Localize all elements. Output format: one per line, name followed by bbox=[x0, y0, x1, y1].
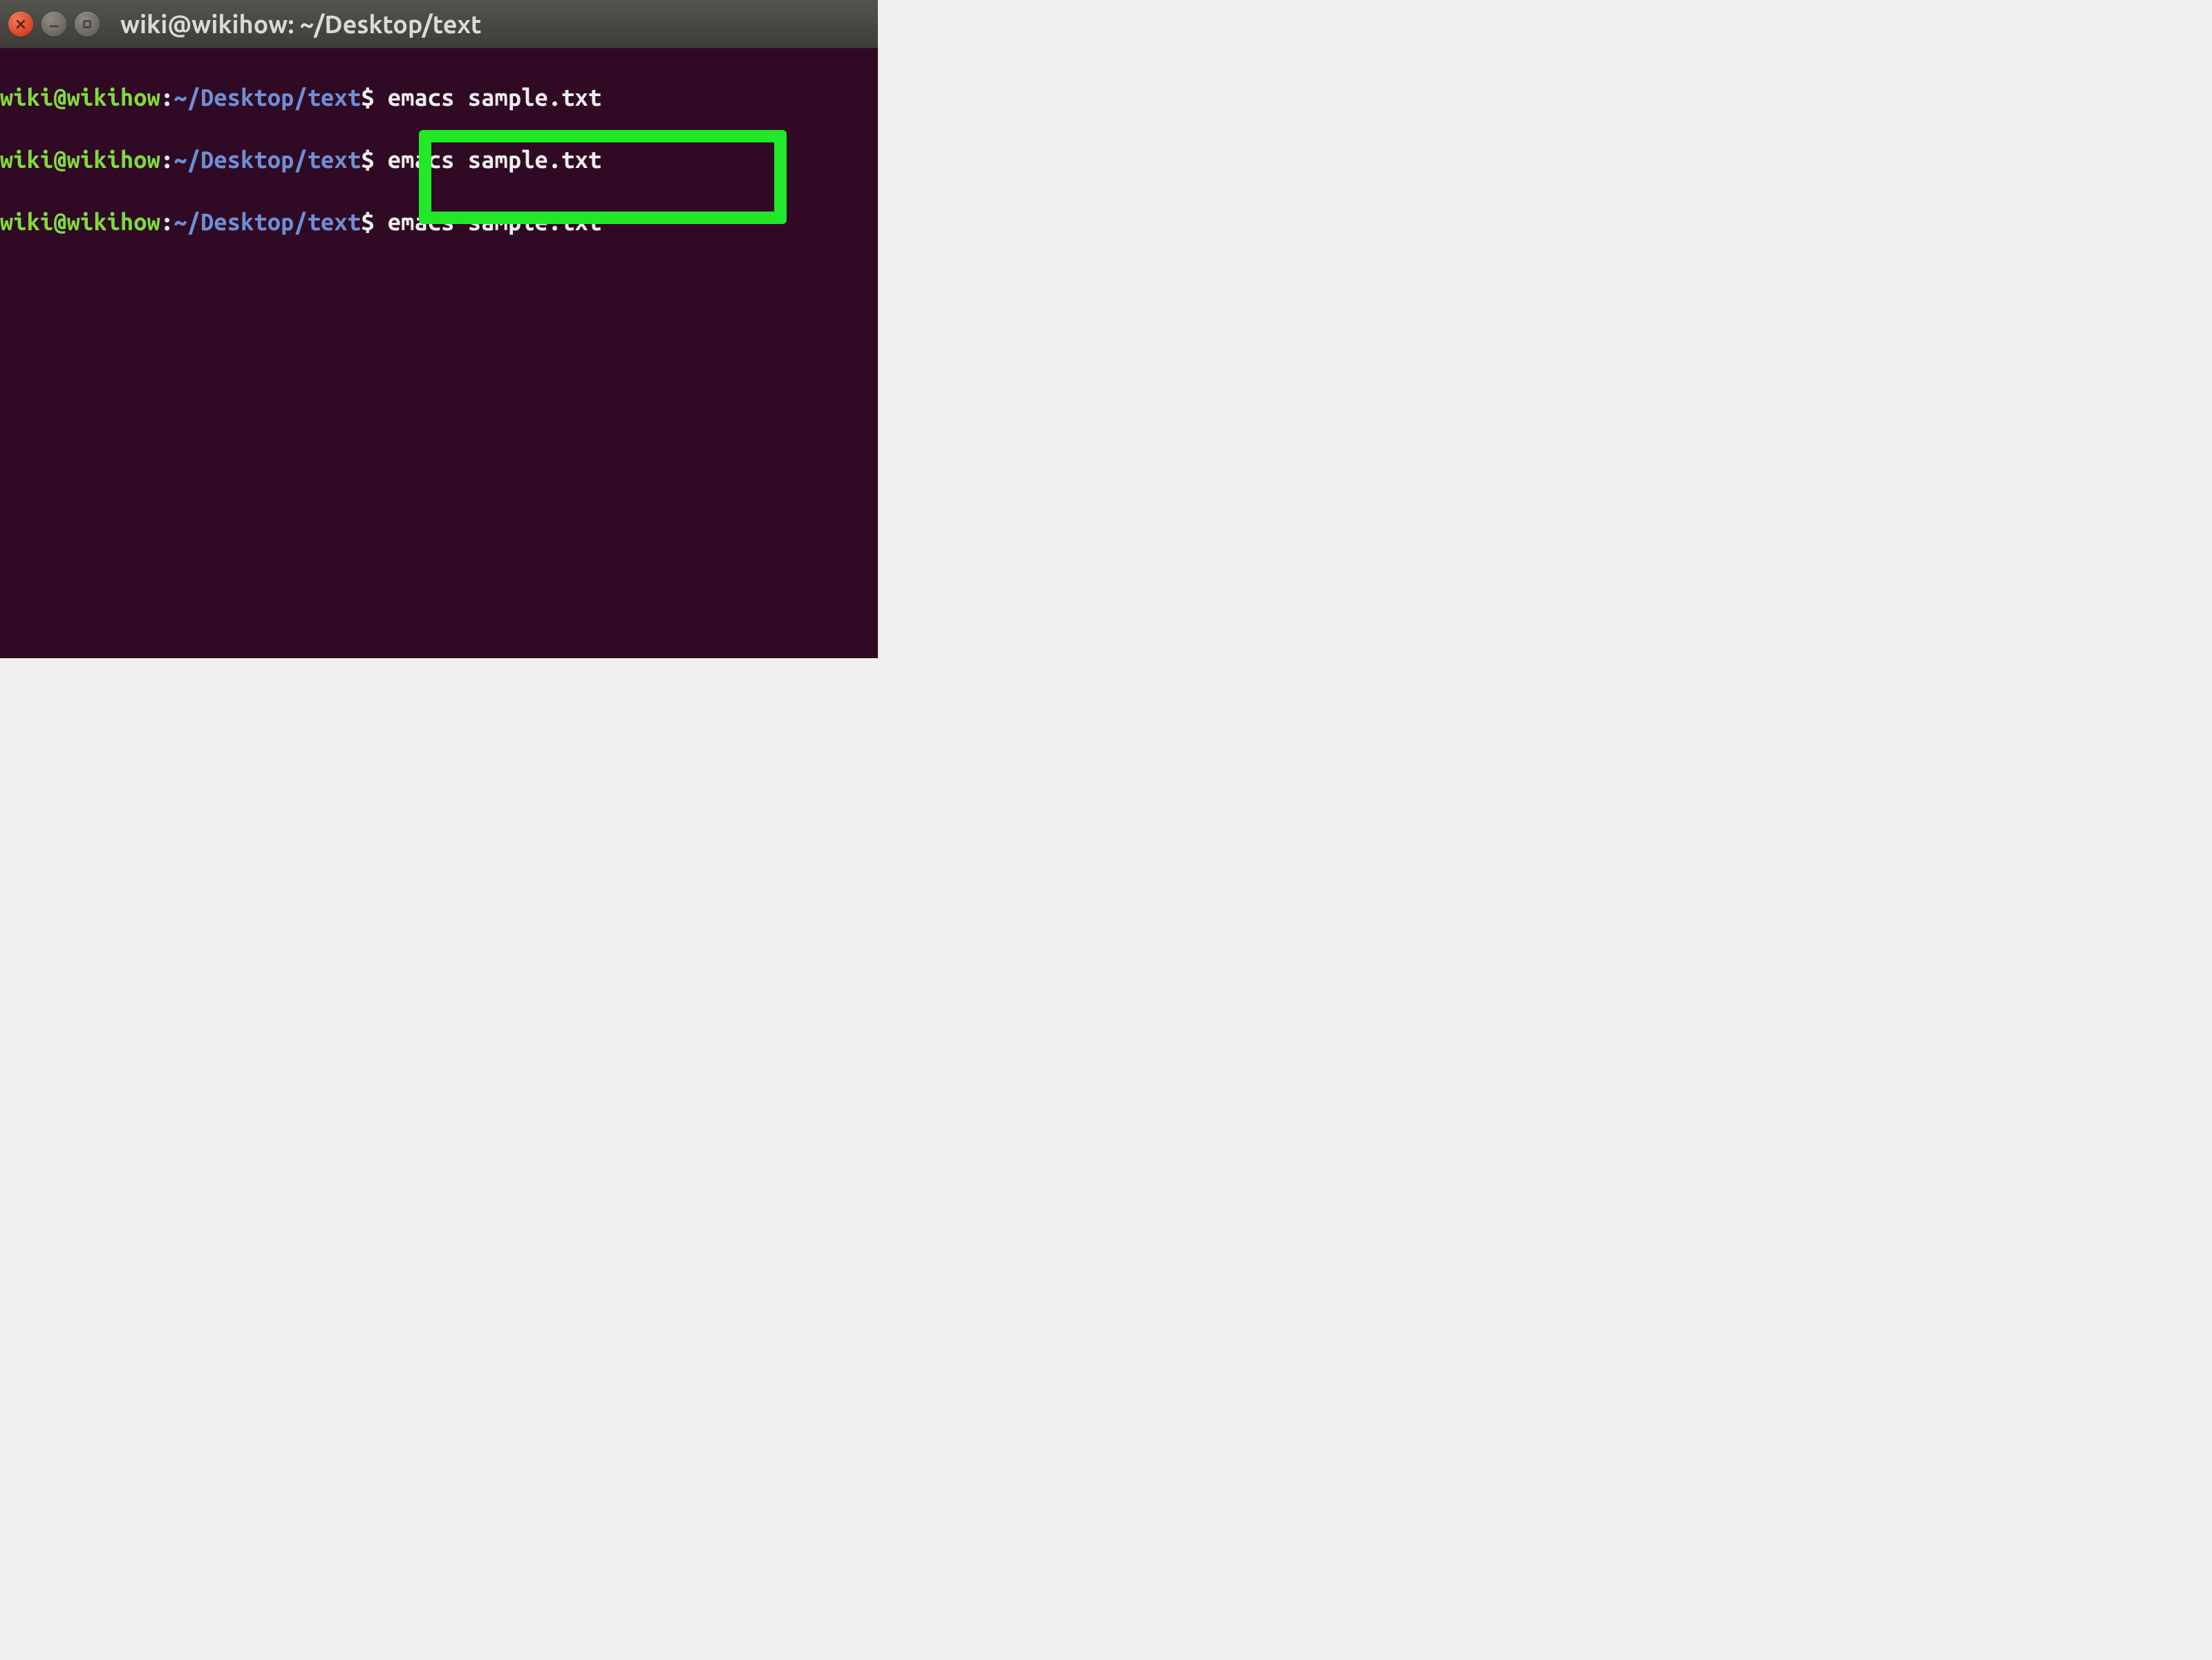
prompt-path: ~/Desktop/text bbox=[174, 209, 361, 235]
command-text: emacs sample.txt bbox=[388, 209, 601, 235]
prompt-symbol: $ bbox=[361, 147, 374, 173]
titlebar: wiki@wikihow: ~/Desktop/text bbox=[0, 0, 878, 48]
terminal-line: wiki@wikihow:~/Desktop/text$ emacs sampl… bbox=[0, 207, 878, 238]
prompt-colon: : bbox=[160, 147, 174, 173]
terminal-window: wiki@wikihow: ~/Desktop/text wiki@wikiho… bbox=[0, 0, 878, 658]
prompt-user: wiki@wikihow bbox=[0, 209, 160, 235]
window-title: wiki@wikihow: ~/Desktop/text bbox=[120, 10, 481, 38]
minimize-button[interactable] bbox=[41, 12, 66, 37]
close-icon bbox=[15, 18, 27, 30]
prompt-path: ~/Desktop/text bbox=[174, 84, 361, 111]
prompt-user: wiki@wikihow bbox=[0, 147, 160, 173]
maximize-button[interactable] bbox=[75, 12, 100, 37]
command-text: emacs sample.txt bbox=[388, 84, 601, 111]
maximize-icon bbox=[81, 18, 93, 30]
command-text: emacs sample.txt bbox=[388, 147, 601, 173]
prompt-path: ~/Desktop/text bbox=[174, 147, 361, 173]
terminal-line: wiki@wikihow:~/Desktop/text$ emacs sampl… bbox=[0, 82, 878, 113]
terminal-body[interactable]: wiki@wikihow:~/Desktop/text$ emacs sampl… bbox=[0, 48, 878, 658]
terminal-line: wiki@wikihow:~/Desktop/text$ emacs sampl… bbox=[0, 144, 878, 176]
prompt-symbol: $ bbox=[361, 84, 374, 111]
close-button[interactable] bbox=[8, 12, 33, 37]
minimize-icon bbox=[48, 18, 60, 30]
prompt-symbol: $ bbox=[361, 209, 374, 235]
prompt-colon: : bbox=[160, 209, 174, 235]
prompt-colon: : bbox=[160, 84, 174, 111]
prompt-user: wiki@wikihow bbox=[0, 84, 160, 111]
